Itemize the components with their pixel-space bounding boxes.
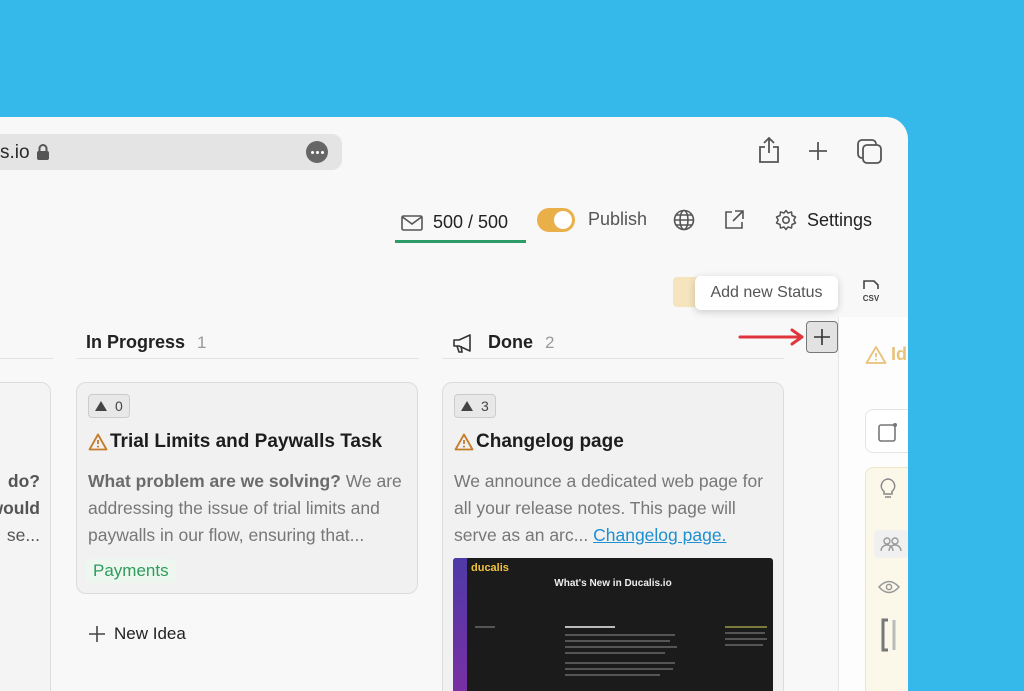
thumbnail-text-line bbox=[475, 626, 495, 628]
card-description: We announce a dedicated web page for all… bbox=[454, 468, 774, 549]
plus-icon bbox=[814, 329, 830, 345]
card-fragment-2: would bbox=[0, 498, 40, 518]
warning-icon bbox=[88, 433, 108, 451]
thumbnail-text-line bbox=[565, 652, 665, 654]
column-title: Done bbox=[488, 332, 533, 352]
thumbnail-heading: What's New in Ducalis.io bbox=[554, 578, 672, 589]
thumbnail-text-line bbox=[565, 662, 675, 664]
column-header-in-progress[interactable]: In Progress 1 bbox=[76, 327, 419, 359]
idea-detail-panel: Id bbox=[838, 317, 908, 691]
column-divider bbox=[0, 358, 53, 359]
thumbnail-text-line bbox=[565, 646, 677, 648]
email-quota-label: 500 / 500 bbox=[433, 212, 509, 232]
card-description: What problem are we solving? We are addr… bbox=[88, 468, 408, 549]
card-thumbnail: ducalis What's New in Ducalis.io bbox=[453, 558, 773, 691]
external-link-icon[interactable] bbox=[723, 209, 745, 231]
idea-card[interactable]: 0 Trial Limits and Paywalls Task What pr… bbox=[76, 382, 418, 594]
mail-icon bbox=[401, 214, 423, 231]
csv-export-icon[interactable]: CSV bbox=[860, 279, 882, 303]
panel-section bbox=[865, 467, 908, 691]
panel-card[interactable] bbox=[865, 409, 908, 453]
card-title: Trial Limits and Paywalls Task bbox=[88, 431, 382, 453]
new-idea-button[interactable]: New Idea bbox=[88, 624, 186, 644]
thumbnail-text-line bbox=[725, 632, 765, 634]
card-title: Changelog page bbox=[454, 431, 624, 453]
checkbox-icon bbox=[878, 423, 897, 442]
card-title-text: Changelog page bbox=[476, 431, 624, 452]
lightbulb-icon bbox=[880, 478, 896, 498]
card-fragment-3: se... bbox=[6, 525, 40, 545]
triangle-up-icon bbox=[461, 401, 473, 411]
thumbnail-text-line bbox=[565, 626, 615, 628]
upvote-button[interactable]: 0 bbox=[88, 394, 130, 418]
card-fragment-1: do? bbox=[7, 471, 40, 491]
bracket-icon bbox=[881, 618, 896, 652]
thumbnail-text-line bbox=[565, 674, 660, 676]
arrow-annotation bbox=[738, 328, 804, 346]
csv-label: CSV bbox=[863, 294, 880, 303]
app-window: s.io 500 / 500 Publish Settings Add new … bbox=[0, 117, 908, 691]
warning-icon bbox=[454, 433, 474, 451]
idea-card[interactable]: 3 Changelog page We announce a dedicated… bbox=[442, 382, 784, 691]
users-icon[interactable] bbox=[874, 530, 908, 558]
add-status-button[interactable] bbox=[806, 321, 838, 353]
megaphone-icon bbox=[453, 333, 471, 353]
thumbnail-text-line bbox=[565, 634, 675, 636]
column-title: In Progress bbox=[86, 332, 186, 352]
url-text: s.io bbox=[0, 142, 30, 163]
panel-status: Id bbox=[865, 344, 907, 365]
gear-icon[interactable] bbox=[775, 209, 797, 231]
vote-count: 3 bbox=[481, 398, 489, 414]
tag-badge[interactable]: Payments bbox=[86, 559, 176, 583]
address-bar[interactable]: s.io bbox=[0, 134, 342, 170]
panel-status-label: Id bbox=[891, 344, 907, 364]
new-idea-label: New Idea bbox=[114, 624, 186, 643]
warning-icon bbox=[865, 345, 887, 364]
column-count: 1 bbox=[197, 332, 207, 352]
vote-count: 0 bbox=[115, 398, 123, 414]
new-tab-icon[interactable] bbox=[806, 139, 830, 163]
add-status-tooltip: Add new Status bbox=[695, 276, 838, 310]
eye-icon[interactable] bbox=[878, 580, 900, 594]
card-title-text: Trial Limits and Paywalls Task bbox=[110, 431, 383, 452]
changelog-link[interactable]: Changelog page. bbox=[593, 525, 726, 545]
triangle-up-icon bbox=[95, 401, 107, 411]
thumbnail-text-line bbox=[725, 644, 763, 646]
thumbnail-logo: ducalis bbox=[471, 562, 509, 574]
upvote-button[interactable]: 3 bbox=[454, 394, 496, 418]
column-header-done[interactable]: Done 2 bbox=[442, 327, 784, 359]
globe-icon[interactable] bbox=[673, 209, 695, 231]
settings-button[interactable]: Settings bbox=[807, 210, 872, 231]
thumbnail-text-line bbox=[565, 668, 673, 670]
column-count: 2 bbox=[545, 332, 555, 352]
plus-icon bbox=[89, 626, 105, 642]
share-icon[interactable] bbox=[757, 135, 781, 165]
card-partial[interactable]: do? would se... bbox=[0, 382, 51, 691]
lock-icon bbox=[37, 144, 49, 160]
thumbnail-text-line bbox=[565, 640, 670, 642]
tabs-overview-icon[interactable] bbox=[856, 138, 884, 166]
more-options-icon[interactable] bbox=[306, 141, 328, 163]
publish-toggle[interactable] bbox=[537, 208, 575, 232]
email-quota[interactable]: 500 / 500 bbox=[395, 205, 526, 243]
publish-label: Publish bbox=[588, 209, 648, 229]
thumbnail-text-line bbox=[725, 638, 767, 640]
thumbnail-text-line bbox=[725, 626, 767, 628]
description-question: What problem are we solving? bbox=[88, 471, 341, 491]
